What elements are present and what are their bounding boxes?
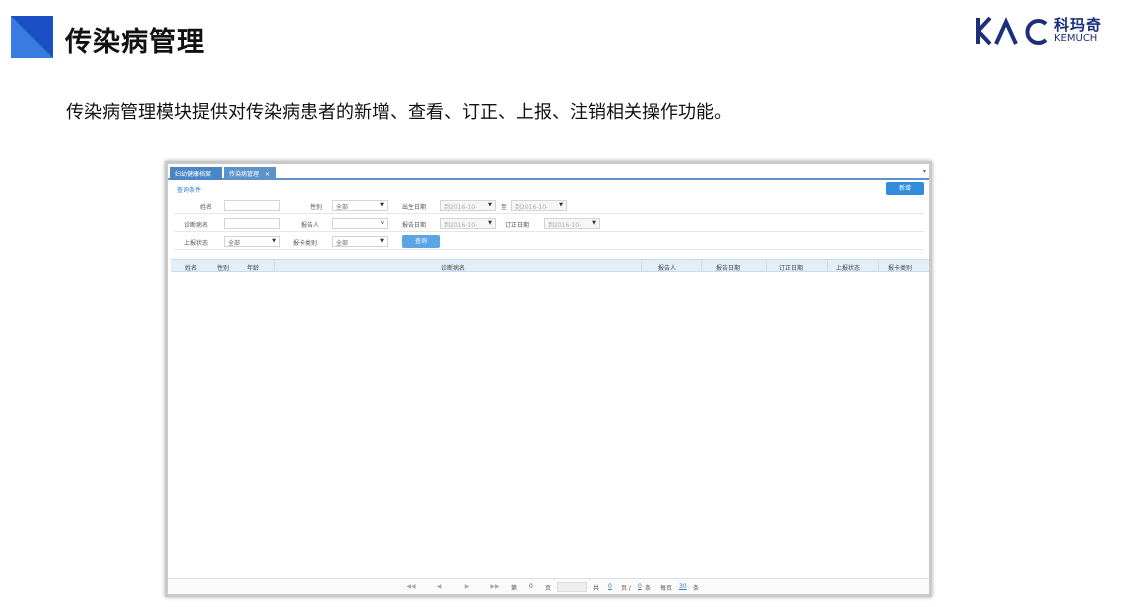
column-header-report-status[interactable]: 上报状态 <box>836 263 860 272</box>
column-header-name[interactable]: 姓名 <box>185 263 197 272</box>
dropdown-arrow-icon: ▼ <box>559 202 563 208</box>
birth-date-from-value: 到2016-10- <box>444 204 478 211</box>
records-suffix: 条 <box>645 585 652 592</box>
total-prefix: 共 <box>593 585 600 592</box>
tab-bar: 妇幼健康档案 传染病管理 ✕ ▾ <box>168 164 929 180</box>
tab-label: 传染病管理 <box>229 171 260 178</box>
diagnosis-label: 诊断病名 <box>184 222 209 229</box>
first-page-icon[interactable]: ◀◀ <box>400 583 422 592</box>
chevron-down-icon[interactable]: ▾ <box>923 168 926 175</box>
birth-date-to-value: 到2016-10- <box>515 204 549 211</box>
gender-select[interactable]: 全部 ▼ <box>332 200 388 211</box>
reporter-label: 报告人 <box>301 222 320 229</box>
grid-header: 姓名 性别 年龄 诊断病名 报告人 报告日期 订正日期 上报状态 报卡类别 <box>171 259 929 272</box>
total-records: 0 <box>638 583 642 590</box>
logo-mark-icon <box>976 16 1048 46</box>
chevron-down-icon: v <box>381 220 384 226</box>
card-type-value: 全部 <box>336 240 349 247</box>
gender-label: 性别 <box>310 204 323 211</box>
query-row-2: 诊断病名 报告人 v 报告日期 到2016-10- ▼ 订正日期 到2016-10… <box>174 215 924 232</box>
report-status-label: 上报状态 <box>184 240 209 247</box>
correction-date-input[interactable]: 到2016-10- ▼ <box>544 218 600 229</box>
page-suffix: 页 <box>545 585 552 592</box>
card-type-select[interactable]: 全部 ▼ <box>332 236 388 247</box>
module-description: 传染病管理模块提供对传染病患者的新增、查看、订正、上报、注销相关操作功能。 <box>66 102 732 123</box>
correction-date-label: 订正日期 <box>505 222 530 229</box>
total-mid: 页 / <box>621 585 631 592</box>
infectious-disease-app-window: 妇幼健康档案 传染病管理 ✕ ▾ 查询条件 新增 姓名 性别 全部 ▼ 出生日期 到… <box>165 161 932 597</box>
report-date-input[interactable]: 到2016-10- ▼ <box>440 218 496 229</box>
card-type-label: 报卡类别 <box>293 240 318 247</box>
to-label: 至 <box>501 204 508 211</box>
dropdown-arrow-icon: ▼ <box>380 202 384 208</box>
birth-date-to[interactable]: 到2016-10- ▼ <box>511 200 567 211</box>
page-prefix: 第 <box>511 585 518 592</box>
query-section-label: 查询条件 <box>177 187 202 194</box>
dropdown-arrow-icon: ▼ <box>272 238 276 244</box>
last-page-icon[interactable]: ▶▶ <box>484 583 506 592</box>
tab-label: 妇幼健康档案 <box>175 171 212 178</box>
dropdown-arrow-icon: ▼ <box>592 220 596 226</box>
query-row-3: 上报状态 全部 ▼ 报卡类别 全部 ▼ 查询 <box>174 233 924 250</box>
company-logo: 科玛奇 KEMUCH <box>974 14 1109 48</box>
name-label: 姓名 <box>200 204 213 211</box>
prev-page-icon[interactable]: ◀ <box>428 583 450 592</box>
dropdown-arrow-icon: ▼ <box>488 202 492 208</box>
reporter-select[interactable]: v <box>332 218 388 229</box>
dropdown-arrow-icon: ▼ <box>488 220 492 226</box>
new-button[interactable]: 新增 <box>886 182 924 195</box>
dropdown-arrow-icon: ▼ <box>380 238 384 244</box>
report-date-value: 到2016-10- <box>444 222 478 229</box>
query-button[interactable]: 查询 <box>402 235 440 248</box>
close-icon[interactable]: ✕ <box>265 171 270 178</box>
logo-chinese-name: 科玛奇 <box>1054 16 1103 34</box>
column-header-diagnosis[interactable]: 诊断病名 <box>441 263 465 272</box>
go-page-input[interactable] <box>557 582 587 592</box>
birth-date-label: 出生日期 <box>402 204 427 211</box>
per-page-suffix: 条 <box>693 585 700 592</box>
column-header-card-type[interactable]: 报卡类别 <box>888 263 912 272</box>
logo-english-name: KEMUCH <box>1054 33 1098 44</box>
total-pages: 0 <box>608 583 612 590</box>
per-page-value[interactable]: 30 <box>679 583 687 590</box>
current-page[interactable]: 0 <box>529 583 533 590</box>
tab-maternal-child-records[interactable]: 妇幼健康档案 <box>170 167 222 180</box>
name-input[interactable] <box>224 200 280 211</box>
pagination-bar: ◀◀ ◀ ▶ ▶▶ 第 0 页 共 0 页 / 0 条 每页 30 条 <box>168 578 929 594</box>
report-date-label: 报告日期 <box>402 222 427 229</box>
column-header-age[interactable]: 年龄 <box>247 263 259 272</box>
title-accent-block <box>11 16 53 58</box>
gender-value: 全部 <box>336 204 349 211</box>
birth-date-from[interactable]: 到2016-10- ▼ <box>440 200 496 211</box>
column-header-correction-date[interactable]: 订正日期 <box>779 263 803 272</box>
column-header-report-date[interactable]: 报告日期 <box>716 263 740 272</box>
column-header-reporter[interactable]: 报告人 <box>658 263 676 272</box>
report-status-value: 全部 <box>228 240 241 247</box>
slide-title: 传染病管理 <box>65 27 205 58</box>
next-page-icon[interactable]: ▶ <box>456 583 478 592</box>
query-row-1: 姓名 性别 全部 ▼ 出生日期 到2016-10- ▼ 至 到2016-10- ▼ <box>174 197 924 214</box>
correction-date-value: 到2016-10- <box>548 222 582 229</box>
report-status-select[interactable]: 全部 ▼ <box>224 236 280 247</box>
diagnosis-input[interactable] <box>224 218 280 229</box>
column-header-gender[interactable]: 性别 <box>217 263 229 272</box>
per-page-prefix: 每页 <box>660 585 673 592</box>
tab-infectious-disease[interactable]: 传染病管理 ✕ <box>224 167 276 180</box>
